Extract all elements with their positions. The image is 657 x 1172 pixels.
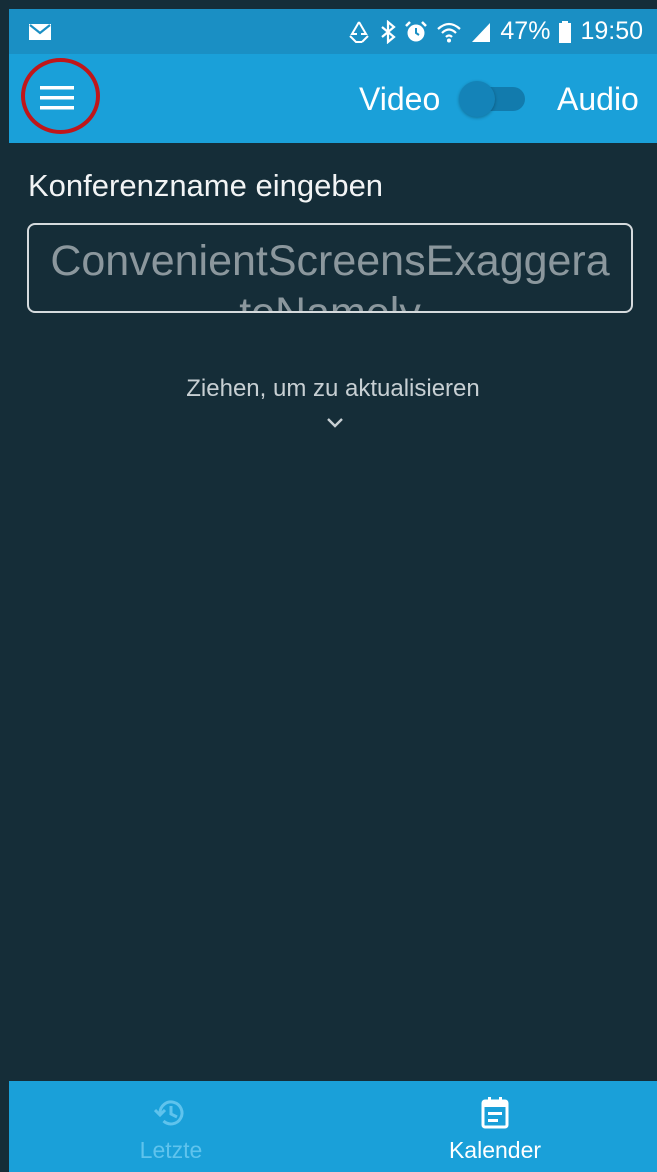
chevron-down-icon <box>327 418 343 428</box>
video-audio-toggle[interactable] <box>459 81 527 117</box>
nav-label-letzte: Letzte <box>139 1137 203 1163</box>
status-icons: 47% 19:50 <box>346 9 643 54</box>
bottom-navigation: Letzte Kalender <box>9 1081 657 1172</box>
status-bar: 47% 19:50 <box>9 9 657 54</box>
mail-icon <box>29 24 51 40</box>
nav-label-kalender: Kalender <box>448 1137 542 1163</box>
pull-to-refresh-text: Ziehen, um zu aktualisieren <box>186 375 480 402</box>
calendar-icon <box>481 1097 509 1129</box>
wifi-icon <box>437 22 462 42</box>
conference-name-value[interactable]: ConvenientScreensExaggerateNamely <box>29 235 631 311</box>
mode-audio-label[interactable]: Audio <box>557 80 639 118</box>
app-bar: Video Audio <box>9 54 657 143</box>
status-time: 19:50 <box>580 17 643 45</box>
history-icon <box>154 1100 184 1126</box>
alarm-icon <box>405 20 428 41</box>
mode-video-label[interactable]: Video <box>359 80 440 118</box>
toggle-thumb <box>459 81 495 117</box>
battery-icon <box>559 20 572 43</box>
conference-name-label: Konferenzname eingeben <box>28 168 384 203</box>
main-content: Konferenzname eingeben ConvenientScreens… <box>9 143 657 1081</box>
battery-percent: 47% <box>500 17 551 45</box>
bluetooth-icon <box>381 19 397 44</box>
signal-icon <box>472 22 491 42</box>
nav-item-letzte[interactable]: Letzte <box>9 1081 333 1172</box>
nav-item-kalender[interactable]: Kalender <box>333 1081 657 1172</box>
conference-name-input[interactable]: ConvenientScreensExaggerateNamely <box>27 223 633 313</box>
hamburger-icon <box>40 86 74 110</box>
menu-button[interactable] <box>27 68 87 128</box>
recycle-icon <box>349 20 370 43</box>
